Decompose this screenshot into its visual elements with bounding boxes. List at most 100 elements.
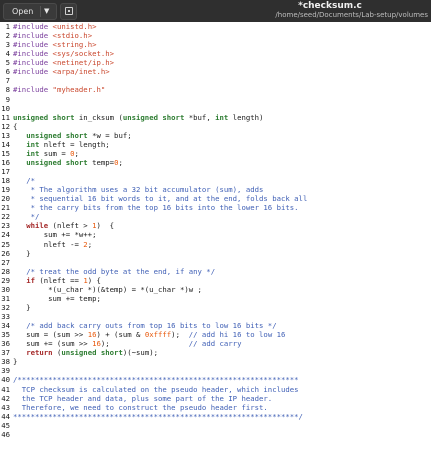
code-line[interactable]: 29 if (nleft == 1) { (0, 276, 431, 285)
code-token: } (13, 302, 31, 312)
code-line[interactable]: 20 * sequential 16 bit words to it, and … (0, 194, 431, 203)
code-line[interactable]: 11 unsigned short in_cksum (unsigned shor… (0, 113, 431, 122)
code-line[interactable]: 13 unsigned short *w = buf; (0, 131, 431, 140)
code-line[interactable]: 33 (0, 312, 431, 321)
line-number: 12 (1, 121, 10, 131)
code-line[interactable]: 26 } (0, 249, 431, 258)
code-line[interactable]: 41 TCP checksum is calculated on the pse… (0, 385, 431, 394)
line-number: 9 (5, 94, 10, 104)
code-line[interactable]: 39 (0, 366, 431, 375)
code-line[interactable]: 14 int nleft = length; (0, 140, 431, 149)
code-text: /***************************************… (13, 375, 299, 384)
code-token: #include (13, 67, 53, 77)
code-line[interactable]: 43 Therefore, we need to construct the p… (0, 403, 431, 412)
code-token: 0xffff (144, 330, 172, 340)
line-number: 29 (1, 275, 10, 285)
line-number: 24 (1, 230, 10, 240)
code-line[interactable]: 45 (0, 421, 431, 430)
code-line[interactable]: 22 */ (0, 212, 431, 221)
new-tab-button[interactable] (60, 3, 77, 20)
code-text: int sum = 0; (13, 149, 79, 158)
code-line[interactable]: 42 the TCP header and data, plus some pa… (0, 394, 431, 403)
line-number: 25 (1, 239, 10, 249)
code-editor[interactable]: 1 #include <unistd.h> 2 #include <stdio.h> 3… (0, 22, 431, 450)
code-token: ; (74, 148, 79, 158)
line-number: 30 (1, 284, 10, 294)
code-line[interactable]: 10 (0, 104, 431, 113)
code-line[interactable]: 35 sum = (sum >> 16) + (sum & 0xffff); /… (0, 330, 431, 339)
code-line[interactable]: 27 (0, 258, 431, 267)
chevron-down-icon[interactable]: ▼ (44, 4, 49, 19)
code-line[interactable]: 5 #include <netinet/ip.h> (0, 58, 431, 67)
line-number: 3 (5, 40, 10, 50)
code-line[interactable]: 34 /* add back carry outs from top 16 bi… (0, 321, 431, 330)
line-number: 38 (1, 357, 10, 367)
code-text: sum += (sum >> 16); // add carry (13, 339, 241, 348)
open-button[interactable]: Open ▼ (3, 3, 57, 20)
code-line[interactable]: 28 /* treat the odd byte at the end, if … (0, 267, 431, 276)
code-line[interactable]: 24 sum += *w++; (0, 230, 431, 239)
code-line[interactable]: 46 (0, 430, 431, 439)
code-token: TCP checksum is calculated on the pseudo… (13, 384, 299, 394)
code-line[interactable]: 16 unsigned short temp=0; (0, 158, 431, 167)
line-number: 28 (1, 266, 10, 276)
line-number: 7 (5, 76, 10, 86)
code-token: )(~sum); (122, 348, 159, 358)
code-text: } (13, 357, 17, 366)
line-number: 17 (1, 167, 10, 176)
code-text: #include <string.h> (13, 40, 96, 49)
code-text: sum += *w++; (13, 230, 97, 240)
code-line[interactable]: 8 #include "myheader.h" (0, 85, 431, 94)
code-token: // add carry (188, 339, 242, 349)
code-line[interactable]: 7 (0, 76, 431, 85)
code-text: #include <netinet/ip.h> (13, 58, 114, 67)
code-token: sum = (sum >> (13, 330, 88, 340)
code-token: (nleft == (34, 275, 84, 285)
code-token: int (26, 148, 40, 158)
code-text: ****************************************… (13, 412, 303, 421)
code-text: sum += temp; (13, 294, 101, 303)
code-token: <stdio.h> (52, 31, 93, 41)
code-line[interactable]: 3 #include <string.h> (0, 40, 431, 49)
code-token: * The algorithm uses a 32 bit accumulato… (13, 185, 264, 195)
code-line[interactable]: 31 sum += temp; (0, 294, 431, 303)
code-line[interactable]: 37 return (unsigned short)(~sum); (0, 348, 431, 357)
code-line[interactable]: 18 /* (0, 176, 431, 185)
code-line[interactable]: 4 #include <sys/socket.h> (0, 49, 431, 58)
code-line[interactable]: 32 } (0, 303, 431, 312)
code-line[interactable]: 12{ (0, 122, 431, 131)
code-text: { (13, 122, 17, 131)
code-line[interactable]: 2 #include <stdio.h> (0, 31, 431, 40)
code-line[interactable]: 25 nleft -= 2; (0, 240, 431, 249)
code-line[interactable]: 19 * The algorithm uses a 32 bit accumul… (0, 185, 431, 194)
code-line[interactable]: 6 #include <arpa/inet.h> (0, 67, 431, 76)
code-line[interactable]: 30 *(u_char *)(&temp) = *(u_char *)w ; (0, 285, 431, 294)
code-line[interactable]: 1 #include <unistd.h> (0, 22, 431, 31)
code-text: int nleft = length; (13, 140, 109, 149)
code-line[interactable]: 23 while (nleft > 1) { (0, 221, 431, 230)
line-number: 11 (1, 112, 10, 122)
line-number: 18 (1, 176, 10, 186)
code-line[interactable]: 9 (0, 95, 431, 104)
code-token: sum += *w++; (13, 230, 97, 240)
line-number: 40 (1, 375, 10, 385)
code-line[interactable]: 21 * the carry bits from the top 16 bits… (0, 203, 431, 212)
code-token: sum += temp; (13, 293, 101, 303)
line-number: 32 (1, 302, 10, 312)
code-token: *(u_char *)(&temp) = *(u_char *)w ; (13, 284, 202, 294)
code-line[interactable]: 38} (0, 357, 431, 366)
line-number: 20 (1, 194, 10, 204)
code-token: unsigned short (122, 112, 185, 122)
code-line[interactable]: 44 **************************************… (0, 412, 431, 421)
line-number: 13 (1, 130, 10, 140)
code-line[interactable]: 15 int sum = 0; (0, 149, 431, 158)
code-token: ); (100, 339, 189, 349)
code-token: #include (13, 31, 53, 41)
code-line[interactable]: 36 sum += (sum >> 16); // add carry (0, 339, 431, 348)
code-line[interactable]: 40/*************************************… (0, 375, 431, 384)
code-text: unsigned short *w = buf; (13, 131, 131, 140)
code-line[interactable]: 17 (0, 167, 431, 176)
